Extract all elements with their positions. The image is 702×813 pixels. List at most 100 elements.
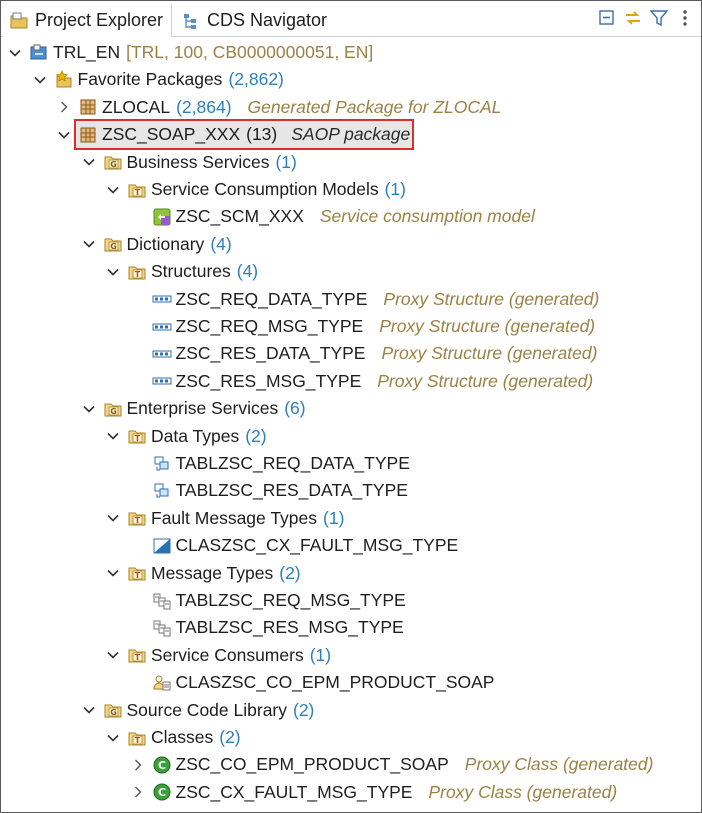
tree-item-label-group[interactable]: TRL_EN [TRL, 100, CB0000000051, EN] bbox=[27, 39, 375, 66]
tree-item[interactable]: TABLZSC_RES_DATA_TYPE bbox=[130, 477, 410, 504]
tree-item-label-group[interactable]: G Enterprise Services (6) bbox=[101, 395, 308, 422]
chevron-down-icon[interactable] bbox=[81, 697, 97, 724]
tree-item-name: TABLZSC_RES_DATA_TYPE bbox=[175, 480, 408, 501]
tree-item-label-group[interactable]: T Message Types (2) bbox=[125, 560, 303, 587]
selected-tree-item[interactable]: ZSC_SOAP_XXX (13) SAOP package bbox=[73, 119, 415, 151]
view-menu-icon[interactable] bbox=[675, 8, 695, 28]
chevron-down-icon[interactable] bbox=[81, 149, 97, 176]
tree-item[interactable]: ZLOCAL (2,864) Generated Package for ZLOCA… bbox=[56, 94, 503, 121]
tree-item[interactable]: CLASZSC_CO_EPM_PRODUCT_SOAP bbox=[130, 669, 497, 696]
tree-item-label-group[interactable]: T Service Consumption Models (1) bbox=[125, 176, 408, 203]
tree-item-label-group[interactable]: G Dictionary (4) bbox=[101, 231, 234, 258]
tab-project-explorer[interactable]: Project Explorer bbox=[3, 4, 173, 37]
tree-item[interactable]: ZSC_REQ_MSG_TYPE Proxy Structure (generat… bbox=[130, 313, 598, 340]
tree-item[interactable]: T Data Types (2) bbox=[105, 423, 269, 450]
tree-item-label-group[interactable]: T Fault Message Types (1) bbox=[125, 505, 346, 532]
tree-item-label-group[interactable]: TABLZSC_RES_MSG_TYPE bbox=[150, 614, 406, 641]
tree-item[interactable]: T Fault Message Types (1) bbox=[105, 505, 346, 532]
chevron-down-icon[interactable] bbox=[105, 642, 121, 669]
tree-item[interactable]: ZSC_RES_MSG_TYPE Proxy Structure (generat… bbox=[130, 368, 596, 395]
tree-item-name: Service Consumers bbox=[151, 644, 304, 665]
tree-item-label-group[interactable]: ZSC_RES_MSG_TYPE Proxy Structure (generat… bbox=[150, 368, 596, 395]
chevron-down-icon[interactable] bbox=[81, 231, 97, 258]
tree-item[interactable]: ZSC_REQ_DATA_TYPE Proxy Structure (genera… bbox=[130, 286, 602, 313]
svg-text:T: T bbox=[135, 270, 141, 279]
tree-item-label-group[interactable]: T Service Consumers (1) bbox=[125, 642, 333, 669]
chevron-right-icon[interactable] bbox=[130, 779, 146, 806]
tree-item-label-group[interactable]: ZSC_SCM_XXX Service consumption model bbox=[150, 203, 537, 230]
tree-item-label-group[interactable]: ZSC_REQ_MSG_TYPE Proxy Structure (generat… bbox=[150, 313, 598, 340]
chevron-down-icon[interactable] bbox=[105, 176, 121, 203]
chevron-down-icon[interactable] bbox=[105, 724, 121, 751]
svg-text:G: G bbox=[110, 407, 117, 416]
folder-group-icon: G bbox=[103, 399, 123, 419]
tree-item[interactable]: TABLZSC_REQ_DATA_TYPE bbox=[130, 450, 412, 477]
tree-item[interactable]: T Service Consumption Models (1) bbox=[105, 176, 408, 203]
tree-item-label-group[interactable]: C ZSC_CX_FAULT_MSG_TYPE Proxy Class (gener… bbox=[150, 779, 620, 806]
tree-item-count: (1) bbox=[275, 151, 297, 172]
tree-item[interactable]: CLASZSC_CX_FAULT_MSG_TYPE bbox=[130, 532, 461, 559]
tab-cds-navigator[interactable]: CDS Navigator bbox=[175, 4, 333, 37]
tree-item[interactable]: TABLZSC_REQ_MSG_TYPE bbox=[130, 587, 408, 614]
tree-item[interactable]: G Source Code Library (2) bbox=[81, 697, 317, 724]
tree-item-description: Proxy Structure (generated) bbox=[381, 343, 598, 364]
tree-item[interactable]: G Business Services (1) bbox=[81, 149, 299, 176]
service-consumer-icon bbox=[152, 673, 172, 693]
tree-item[interactable]: ZSC_RES_DATA_TYPE Proxy Structure (genera… bbox=[130, 340, 600, 367]
chevron-right-icon[interactable] bbox=[56, 94, 72, 121]
tree-item-label-group[interactable]: ZLOCAL (2,864) Generated Package for ZLOCA… bbox=[76, 94, 503, 121]
tree-item[interactable]: Favorite Packages (2,862) bbox=[32, 66, 286, 93]
chevron-down-icon[interactable] bbox=[105, 560, 121, 587]
tree-item-label-group[interactable]: T Structures (4) bbox=[125, 258, 260, 285]
chevron-down-icon[interactable] bbox=[105, 505, 121, 532]
tree-item-label-group[interactable]: TABLZSC_REQ_DATA_TYPE bbox=[150, 450, 412, 477]
tree-item[interactable]: T Classes (2) bbox=[105, 724, 243, 751]
tree-item[interactable]: TRL_EN [TRL, 100, CB0000000051, EN] bbox=[7, 39, 375, 66]
chevron-down-icon[interactable] bbox=[56, 121, 72, 148]
tree-item-label-group[interactable]: ZSC_REQ_DATA_TYPE Proxy Structure (genera… bbox=[150, 286, 602, 313]
tree-item[interactable]: T Message Types (2) bbox=[105, 560, 303, 587]
folder-type-icon: T bbox=[127, 563, 147, 583]
tree-item-label-group[interactable]: Favorite Packages (2,862) bbox=[52, 66, 286, 93]
tree-item-name: ZSC_RES_MSG_TYPE bbox=[175, 370, 362, 391]
chevron-down-icon[interactable] bbox=[7, 39, 23, 66]
tree-item-label-group[interactable]: CLASZSC_CX_FAULT_MSG_TYPE bbox=[150, 532, 461, 559]
tree-item-name: ZSC_SOAP_XXX bbox=[102, 124, 241, 145]
tree-item[interactable]: C ZSC_CX_FAULT_MSG_TYPE Proxy Class (gener… bbox=[130, 779, 620, 806]
tree-item[interactable]: TABLZSC_RES_MSG_TYPE bbox=[130, 614, 406, 641]
chevron-right-icon[interactable] bbox=[130, 751, 146, 778]
tree-item-label-group[interactable]: ZSC_RES_DATA_TYPE Proxy Structure (genera… bbox=[150, 340, 600, 367]
filter-icon[interactable] bbox=[649, 8, 669, 28]
tree-item-label-group[interactable]: TABLZSC_REQ_MSG_TYPE bbox=[150, 587, 408, 614]
tree-item-label-group[interactable]: G Source Code Library (2) bbox=[101, 697, 317, 724]
collapse-all-icon[interactable] bbox=[597, 8, 617, 28]
package-icon bbox=[78, 97, 98, 117]
tree-item-label-group[interactable]: C ZSC_CO_EPM_PRODUCT_SOAP Proxy Class (gen… bbox=[150, 751, 656, 778]
chevron-down-icon[interactable] bbox=[32, 66, 48, 93]
folder-group-icon: G bbox=[103, 152, 123, 172]
chevron-down-icon[interactable] bbox=[105, 258, 121, 285]
tree-item-label-group[interactable]: T Data Types (2) bbox=[125, 423, 269, 450]
tree-item[interactable]: ZSC_SCM_XXX Service consumption model bbox=[130, 203, 537, 230]
tree-item-label-group[interactable]: T Classes (2) bbox=[125, 724, 243, 751]
tree-item-name: CLASZSC_CX_FAULT_MSG_TYPE bbox=[175, 535, 459, 556]
link-with-editor-icon[interactable] bbox=[623, 8, 643, 28]
chevron-down-icon[interactable] bbox=[81, 395, 97, 422]
tab-label: CDS Navigator bbox=[207, 10, 328, 30]
tree-item[interactable]: ZSC_SOAP_XXX (13) SAOP package bbox=[56, 119, 415, 151]
svg-text:C: C bbox=[157, 786, 165, 799]
tree-item-count: (2) bbox=[245, 425, 267, 446]
tree-item-name: Business Services bbox=[126, 151, 270, 172]
tree-item-label-group[interactable]: TABLZSC_RES_DATA_TYPE bbox=[150, 477, 410, 504]
tree-item-label-group[interactable]: CLASZSC_CO_EPM_PRODUCT_SOAP bbox=[150, 669, 497, 696]
tree-item[interactable]: G Enterprise Services (6) bbox=[81, 395, 308, 422]
tree-item[interactable]: G Dictionary (4) bbox=[81, 231, 234, 258]
tree-item[interactable]: T Structures (4) bbox=[105, 258, 260, 285]
tree-item[interactable]: C ZSC_CO_EPM_PRODUCT_SOAP Proxy Class (gen… bbox=[130, 751, 656, 778]
tree-item-name: ZSC_REQ_DATA_TYPE bbox=[175, 288, 368, 309]
chevron-down-icon[interactable] bbox=[105, 423, 121, 450]
tree-item-label-group[interactable]: G Business Services (1) bbox=[101, 149, 299, 176]
class-icon: C bbox=[152, 755, 172, 775]
tree-item[interactable]: T Service Consumers (1) bbox=[105, 642, 333, 669]
